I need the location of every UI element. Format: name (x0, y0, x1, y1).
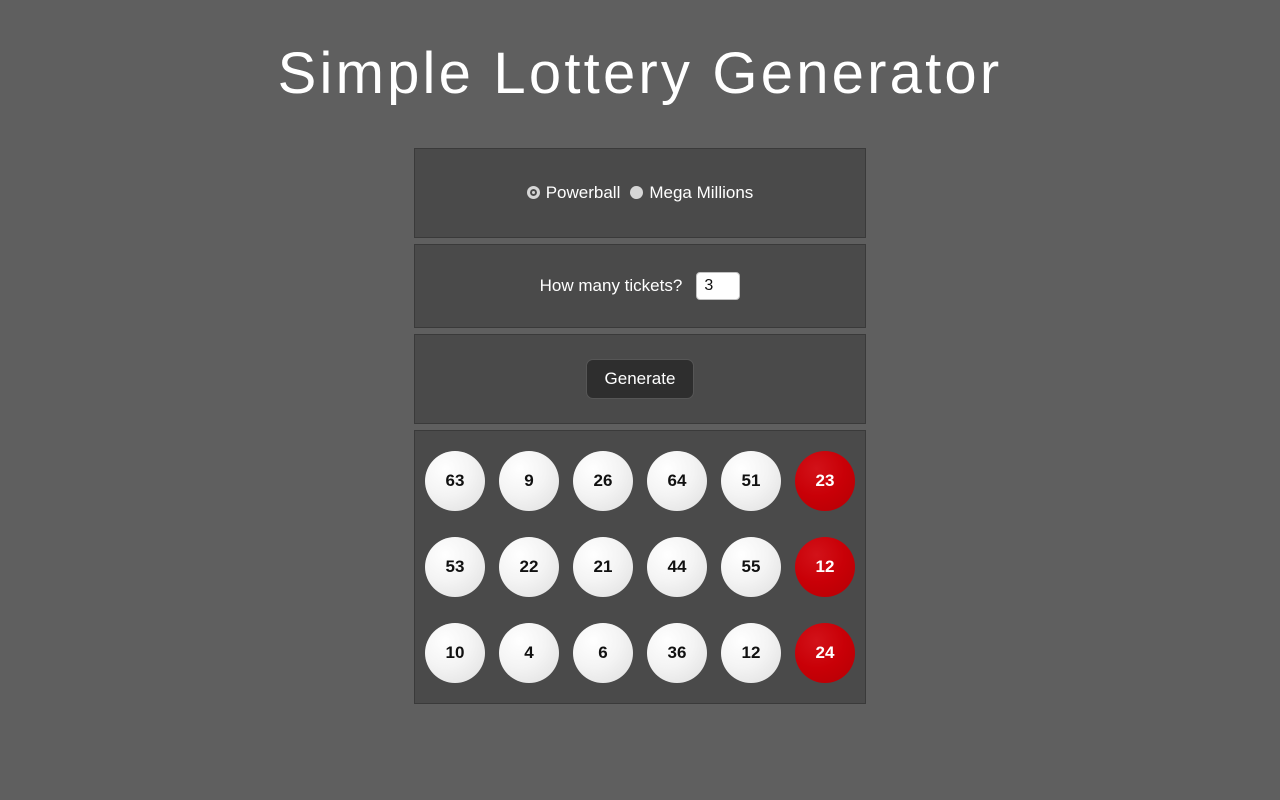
lottery-ball: 22 (499, 536, 559, 597)
ticket-row: 10 4 6 36 12 24 (415, 622, 865, 683)
lottery-ball: 12 (721, 622, 781, 683)
lottery-ball: 44 (647, 536, 707, 597)
lottery-ball: 63 (425, 450, 485, 511)
ticket-count-panel: How many tickets? (414, 243, 866, 328)
radio-selected-icon[interactable] (526, 186, 540, 200)
special-ball: 24 (795, 622, 855, 683)
lottery-ball: 64 (647, 450, 707, 511)
radio-unselected-icon[interactable] (630, 186, 644, 200)
lottery-ball: 53 (425, 536, 485, 597)
special-ball: 12 (795, 536, 855, 597)
mode-option-mega-millions-label: Mega Millions (649, 182, 754, 202)
lottery-ball: 21 (573, 536, 633, 597)
lottery-ball: 55 (721, 536, 781, 597)
lottery-ball: 26 (573, 450, 633, 511)
special-ball: 23 (795, 450, 855, 511)
results-panel: 63 9 26 64 51 23 53 22 21 44 55 12 10 4 … (414, 429, 866, 704)
lottery-ball: 36 (647, 622, 707, 683)
lottery-app: Powerball Mega Millions How many tickets… (414, 105, 866, 704)
ticket-count-label: How many tickets? (539, 275, 683, 295)
ticket-count-row: How many tickets? (539, 271, 741, 300)
generate-panel: Generate (414, 333, 866, 424)
mode-option-powerball-label: Powerball (545, 182, 621, 202)
page-title: Simple Lottery Generator (277, 41, 1003, 106)
lottery-ball: 10 (425, 622, 485, 683)
mode-option-mega-millions[interactable]: Mega Millions (630, 183, 753, 203)
ticket-count-input[interactable] (696, 271, 741, 300)
ticket-row: 63 9 26 64 51 23 (415, 450, 865, 511)
mode-radio-group: Powerball Mega Millions (526, 182, 753, 203)
generate-button[interactable]: Generate (585, 358, 695, 399)
mode-option-powerball[interactable]: Powerball (526, 182, 621, 203)
lottery-ball: 4 (499, 622, 559, 683)
lottery-ball: 51 (721, 450, 781, 511)
lottery-ball: 6 (573, 622, 633, 683)
mode-selector-panel: Powerball Mega Millions (414, 147, 866, 238)
ticket-row: 53 22 21 44 55 12 (415, 536, 865, 597)
lottery-ball: 9 (499, 450, 559, 511)
